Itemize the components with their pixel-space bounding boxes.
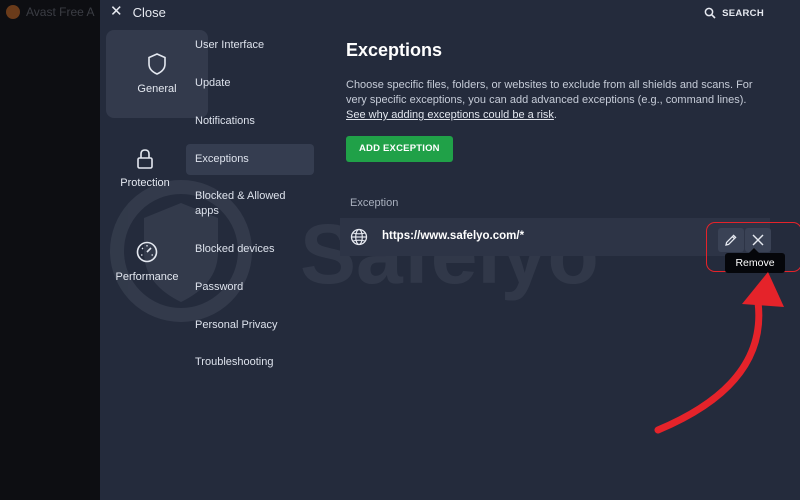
globe-icon — [350, 228, 368, 246]
column-header-exception: Exception — [350, 197, 399, 209]
close-icon — [752, 234, 764, 246]
background-app-title: Avast Free A — [6, 5, 94, 19]
submenu-item-blocked-allowed-apps[interactable]: Blocked & Allowed apps — [186, 189, 314, 219]
category-label: Performance — [115, 271, 179, 283]
search-button[interactable]: SEARCH — [704, 7, 764, 19]
category-label: Protection — [120, 177, 170, 189]
submenu-item-blocked-devices[interactable]: Blocked devices — [186, 242, 314, 257]
category-performance[interactable]: Performance — [100, 240, 198, 290]
exceptions-content: Exceptions Choose specific files, folder… — [346, 40, 776, 162]
submenu-item-troubleshooting[interactable]: Troubleshooting — [186, 355, 314, 370]
shield-icon — [148, 53, 166, 75]
remove-tooltip: Remove — [725, 248, 785, 273]
category-protection[interactable]: Protection — [100, 148, 196, 198]
background-window: Avast Free A — [0, 0, 100, 500]
close-button[interactable]: ✕ Close — [110, 4, 166, 20]
description-text: Choose specific files, folders, or websi… — [346, 79, 753, 106]
pencil-icon — [725, 234, 737, 246]
exceptions-description: Choose specific files, folders, or websi… — [346, 78, 766, 123]
submenu-item-password[interactable]: Password — [186, 280, 314, 295]
close-icon: ✕ — [110, 3, 123, 20]
submenu-item-update[interactable]: Update — [186, 76, 314, 91]
submenu-item-exceptions[interactable]: Exceptions — [186, 144, 314, 175]
exception-url: https://www.safelyo.com/* — [382, 230, 525, 242]
search-icon — [704, 7, 716, 19]
submenu-item-notifications[interactable]: Notifications — [186, 114, 314, 129]
edit-button[interactable] — [718, 228, 744, 252]
add-exception-button[interactable]: ADD EXCEPTION — [346, 136, 453, 162]
speedometer-icon — [136, 241, 158, 263]
settings-panel: Safelyo ✕ Close SEARCH General Protectio… — [100, 0, 800, 500]
category-label: General — [137, 83, 177, 95]
lock-icon — [137, 149, 153, 169]
close-label: Close — [132, 4, 166, 20]
risk-link-suffix: . — [553, 109, 557, 121]
submenu-item-user-interface[interactable]: User Interface — [186, 38, 314, 53]
search-label: SEARCH — [722, 7, 764, 19]
avast-logo-icon — [6, 5, 20, 19]
risk-link[interactable]: See why adding exceptions could be a ris… — [346, 109, 554, 121]
submenu-item-personal-privacy[interactable]: Personal Privacy — [186, 318, 314, 333]
page-title: Exceptions — [346, 40, 443, 60]
topbar: ✕ Close SEARCH — [100, 0, 800, 26]
